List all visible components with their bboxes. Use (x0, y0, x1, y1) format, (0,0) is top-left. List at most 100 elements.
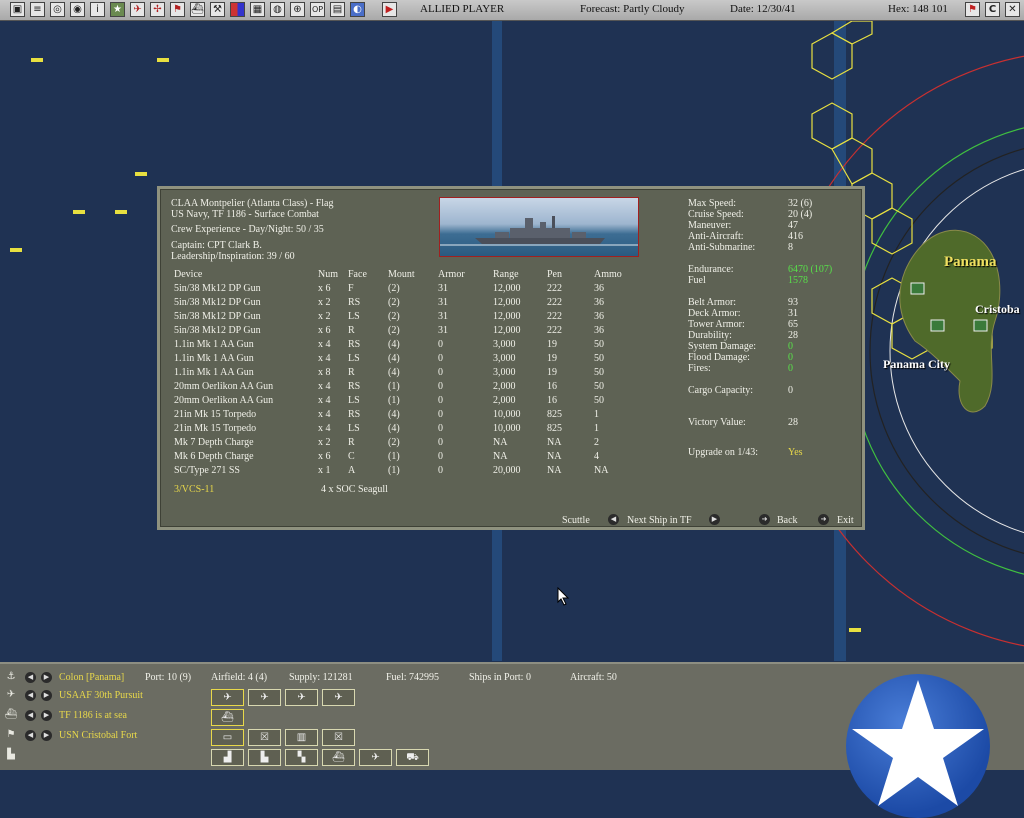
land-unit-button[interactable]: ☒ (248, 729, 281, 746)
map-label-panama: Panama (944, 254, 997, 270)
col-ammo: Ammo (594, 269, 622, 280)
op-icon[interactable]: OP (310, 2, 325, 17)
table-cell: 0 (438, 339, 443, 350)
table-cell: x 4 (318, 423, 331, 434)
square-icon[interactable]: ▣ (10, 2, 25, 17)
next-land-arrow-icon[interactable]: ▶ (41, 730, 52, 741)
tf-status[interactable]: TF 1186 is at sea (59, 710, 127, 721)
aa-value: 416 (788, 231, 803, 242)
base-marker[interactable] (930, 319, 945, 332)
table-cell: 0 (438, 409, 443, 420)
exit-arrow-icon[interactable]: ➜ (818, 514, 829, 525)
table-cell: Mk 6 Depth Charge (174, 451, 254, 462)
ship-icon[interactable]: ⛴ (190, 2, 205, 17)
building-icon[interactable]: ▙ (4, 748, 18, 762)
facility-button[interactable]: ✈ (359, 749, 392, 766)
table-cell: 3,000 (493, 353, 516, 364)
upgrade-value[interactable]: Yes (788, 447, 803, 458)
table-cell: 4 (594, 451, 599, 462)
plane2-icon[interactable]: ✢ (150, 2, 165, 17)
next-base-arrow-icon[interactable]: ▶ (41, 672, 52, 683)
back-arrow-icon[interactable]: ➜ (759, 514, 770, 525)
base-name[interactable]: Colon [Panama] (59, 672, 124, 683)
play-icon[interactable]: ▶ (382, 2, 397, 17)
air-unit-name[interactable]: USAAF 30th Pursuit (59, 690, 143, 701)
globe2-icon[interactable]: ◉ (70, 2, 85, 17)
table-cell: 3,000 (493, 339, 516, 350)
table-cell: NA (493, 437, 508, 448)
back-button[interactable]: Back (777, 515, 798, 526)
land-unit-button[interactable]: ▭ (211, 729, 244, 746)
facility-button[interactable]: ⛴ (322, 749, 355, 766)
flood-damage-label: Flood Damage: (688, 352, 750, 363)
col-armor: Armor (438, 269, 465, 280)
facility-button[interactable]: ▙ (248, 749, 281, 766)
doc-icon[interactable]: ≡ (30, 2, 45, 17)
table-cell: 1 (594, 409, 599, 420)
table-cell: 50 (594, 353, 604, 364)
max-speed-label: Max Speed: (688, 198, 737, 209)
facility-button[interactable]: ▟ (211, 749, 244, 766)
anchor-icon[interactable]: ⚓ (4, 670, 18, 684)
table-cell: 31 (438, 311, 448, 322)
star-icon[interactable]: ★ (110, 2, 125, 17)
table-cell: 0 (438, 451, 443, 462)
facility-button[interactable]: ⛟ (396, 749, 429, 766)
ship-icon[interactable]: ⛴ (4, 708, 18, 722)
facility-button[interactable]: ▚ (285, 749, 318, 766)
next-air-arrow-icon[interactable]: ▶ (41, 690, 52, 701)
prev-ship-arrow-icon[interactable]: ◀ (608, 514, 619, 525)
plane-icon[interactable]: ✈ (130, 2, 145, 17)
settings-icon[interactable]: ◐ (350, 2, 365, 17)
flag-icon[interactable]: ⚑ (170, 2, 185, 17)
base-marker[interactable] (973, 319, 988, 332)
air-unit-button[interactable]: ✈ (211, 689, 244, 706)
table-cell: Mk 7 Depth Charge (174, 437, 254, 448)
plane-icon[interactable]: ✈ (4, 688, 18, 702)
endurance-value: 6470 (107) (788, 264, 833, 275)
table-cell: 16 (547, 381, 557, 392)
info-icon[interactable]: i (90, 2, 105, 17)
exit-button[interactable]: Exit (837, 515, 854, 526)
table-cell: SC/Type 271 SS (174, 465, 240, 476)
table-cell: (2) (388, 437, 400, 448)
land-unit-name[interactable]: USN Cristobal Fort (59, 730, 137, 741)
chart-icon[interactable]: ▦ (250, 2, 265, 17)
table-cell: NA (493, 451, 508, 462)
globe-icon[interactable]: ◎ (50, 2, 65, 17)
prev-air-arrow-icon[interactable]: ◀ (25, 690, 36, 701)
land-unit-button[interactable]: ☒ (322, 729, 355, 746)
air-unit-button[interactable]: ✈ (285, 689, 318, 706)
air-group-link[interactable]: 3/VCS-11 (174, 484, 214, 495)
c-icon[interactable]: C (985, 2, 1000, 17)
table-cell: (4) (388, 409, 400, 420)
color-icon[interactable] (230, 2, 245, 17)
land-unit-button[interactable]: ▥ (285, 729, 318, 746)
table-cell: 5in/38 Mk12 DP Gun (174, 325, 261, 336)
next-ship-arrow-icon[interactable]: ▶ (709, 514, 720, 525)
ship-leadership: Leadership/Inspiration: 39 / 60 (171, 251, 295, 262)
globe3-icon[interactable]: ⊕ (290, 2, 305, 17)
map-icon[interactable]: ◍ (270, 2, 285, 17)
close-icon[interactable]: ✕ (1005, 2, 1020, 17)
tf-button[interactable]: ⛴ (211, 709, 244, 726)
flag-red-icon[interactable]: ⚑ (965, 2, 980, 17)
ship-crew: Crew Experience - Day/Night: 50 / 35 (171, 224, 324, 235)
air-unit-button[interactable]: ✈ (322, 689, 355, 706)
next-tf-arrow-icon[interactable]: ▶ (41, 710, 52, 721)
base-marker[interactable] (910, 282, 925, 295)
table-cell: x 6 (318, 283, 331, 294)
table-cell: 222 (547, 283, 562, 294)
flag-icon[interactable]: ⚑ (4, 728, 18, 742)
prev-tf-arrow-icon[interactable]: ◀ (25, 710, 36, 721)
list-icon[interactable]: ▤ (330, 2, 345, 17)
next-ship-button[interactable]: Next Ship in TF (627, 515, 692, 526)
table-cell: 825 (547, 423, 562, 434)
belt-armor-label: Belt Armor: (688, 297, 737, 308)
table-cell: 222 (547, 325, 562, 336)
scuttle-button[interactable]: Scuttle (562, 515, 590, 526)
prev-land-arrow-icon[interactable]: ◀ (25, 730, 36, 741)
air-unit-button[interactable]: ✈ (248, 689, 281, 706)
tools-icon[interactable]: ⚒ (210, 2, 225, 17)
prev-base-arrow-icon[interactable]: ◀ (25, 672, 36, 683)
